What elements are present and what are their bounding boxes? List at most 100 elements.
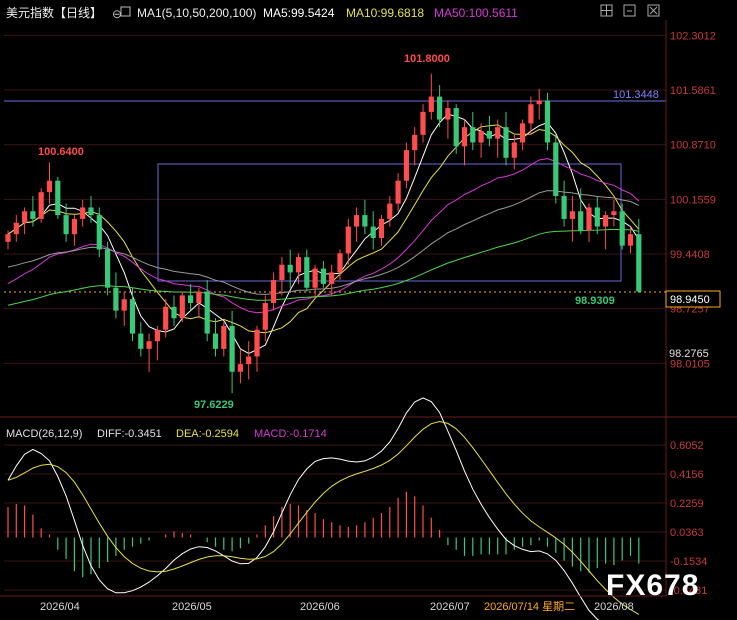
candle-body [578,211,584,231]
price-tick-label: 102.3012 [670,30,716,42]
candle-body [129,299,136,334]
candle-body [553,142,559,196]
candle-body [437,96,443,120]
candle-body [495,127,501,139]
window-controls [600,4,660,17]
candle-body [287,264,293,273]
time-tick-label: 2026/08 [594,601,634,613]
candle-body [520,123,526,143]
ma-indicator-label: MA1(5,10,50,200,100) [137,6,256,20]
candle-body [246,356,252,365]
time-tick-label: 2026/04 [40,601,80,613]
candle-body [636,234,642,292]
candle-body [229,325,235,372]
candle-body [561,195,567,219]
candle-body [163,306,169,330]
candle-body [188,295,194,303]
candlestick-panel[interactable]: 101.3448 100.6400 97.6229 101.8000 98.93… [4,34,666,411]
price-tick-label: 100.8710 [670,140,716,152]
candle-body [179,295,185,319]
macd-value: MACD:-0.1714 [254,428,327,440]
candle-body [354,215,360,227]
annotation-high-2: 101.8000 [404,53,450,65]
candle-body [96,215,102,250]
candle-body [146,341,152,349]
chart-title: 美元指数【日线】 [6,5,102,20]
macd-tick-label: 0.2259 [670,498,704,510]
time-tick-label: 2026/07 [430,601,470,613]
candle-body [13,222,19,235]
candle-body [395,180,401,204]
ma10-value: MA10:99.6818 [346,6,424,20]
macd-label: MACD(26,12,9) [6,428,82,440]
ma50-value: MA50:100.5611 [434,6,518,20]
candle-body [412,134,418,151]
price-chart[interactable]: 美元指数【日线】 ⊖ MA1(5,10,50,200,100) MA5:99.5… [0,0,737,620]
candle-body [279,264,285,281]
candle-body [304,257,310,288]
current-price-label: 98.9450 [670,294,710,306]
candle-body [154,329,160,342]
candle-body [461,127,468,147]
price-tick-label: 99.4408 [670,249,710,261]
macd-tick-label: 0.0363 [670,527,704,539]
candle-body [262,302,268,330]
candle-body [71,218,77,235]
candle-body [254,329,260,357]
price-axis[interactable]: 102.3012 101.5861 100.8710 100.1559 99.4408 9… [670,30,716,370]
indicator-icon[interactable] [120,6,131,17]
candle-body [30,211,36,219]
candle-body [370,226,376,239]
candle-body [196,291,202,303]
candle-body [121,299,127,311]
price-tick-label: 98.0105 [670,358,710,370]
watermark: FX678 [606,569,699,602]
candle-body [470,127,476,143]
macd-tick-label: 0.4156 [670,469,704,481]
candle-body [337,253,343,273]
candle-body [627,234,634,246]
candle-body [63,215,69,235]
candle-body [345,226,351,254]
macd-tick-label: 0.6052 [670,440,704,452]
time-axis[interactable]: 2026/04 2026/05 2026/06 2026/07 2026/07/14 星… [40,600,634,613]
ma5-value: MA5:99.5424 [263,6,335,20]
candle-body [80,207,86,219]
candle-body [22,211,28,223]
candle-body [503,127,509,158]
candle-body [445,108,451,120]
candle-body [329,272,335,284]
candle-body [511,142,517,158]
candle-body [362,215,368,227]
candle-body [403,150,409,181]
candle-body [38,192,44,219]
price-tick-label: 101.5861 [670,85,716,97]
ma5-line [7,113,640,354]
price-tick-label: 100.1559 [670,194,716,206]
candle-body [528,104,534,124]
candle-body [113,287,119,311]
candle-body [221,325,227,349]
candle-body [594,207,600,227]
candle-body [320,268,326,284]
candle-body [46,180,53,193]
time-tick-label: 2026/07/14 星期二 [484,600,575,613]
time-tick-label: 2026/05 [172,601,212,613]
candle-body [453,108,459,147]
time-tick-label: 2026/06 [300,601,340,613]
candle-body [105,249,111,288]
macd-tick-label: -0.1534 [670,556,707,568]
candle-body [271,280,277,303]
candle-body [204,291,210,334]
candle-body [603,215,609,227]
candle-body [420,111,426,135]
candle-body [171,306,177,319]
candle-body [312,268,318,288]
macd-dea: DEA:-0.2594 [176,428,239,440]
candle-body [486,131,492,139]
dea-line [7,420,640,615]
candles [5,73,642,394]
candle-body [586,207,592,231]
candle-body [138,333,144,349]
candle-body [536,100,542,105]
